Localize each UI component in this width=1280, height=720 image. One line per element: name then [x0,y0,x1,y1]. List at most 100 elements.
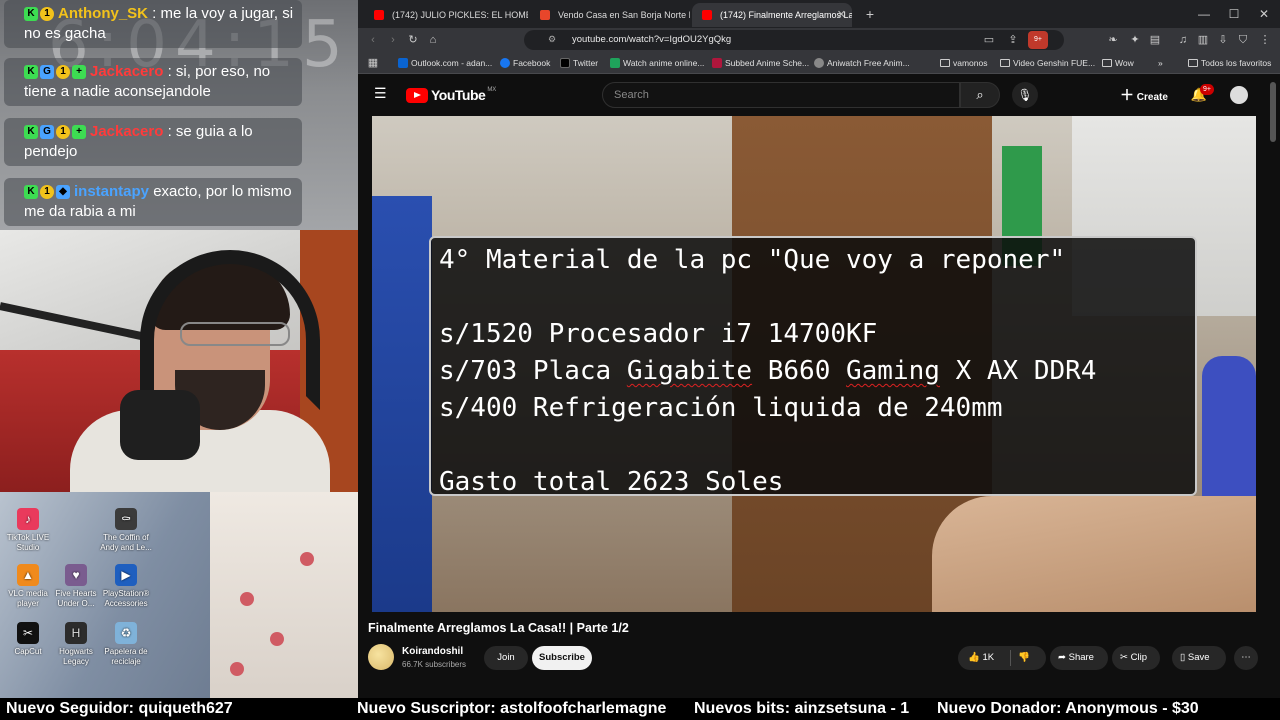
create-button[interactable]: ＋ Create [1120,84,1178,106]
chat-username: instantapy [74,183,150,200]
desktop-icon-playstation[interactable]: ▶ PlayStation® Accessories [98,564,154,609]
share-button[interactable]: ➦ Share [1050,646,1108,670]
share-icon: ➦ [1058,652,1066,663]
like-button[interactable]: 👍 1K [968,646,994,670]
desktop-icon-five-hearts[interactable]: ♥ Five Hearts Under O... [48,564,104,609]
hamburger-menu-icon[interactable]: ☰ [374,86,388,100]
bookmark-label: Watch anime online... [623,58,705,68]
overlay-line: s/1520 Procesador i7 14700KF [439,319,878,349]
all-bookmarks-folder[interactable]: Todos los favoritos [1188,56,1271,70]
chat-badges: K 1 ◆ [24,185,70,200]
desktop-icon-coffin[interactable]: ⚰ The Coffin of Andy and Le... [98,508,154,553]
bookmark-folder-wow[interactable]: Wow [1102,56,1134,70]
youtube-header: ☰ YouTube MX Search ⌕ 🎙 ＋ Create 🔔 9+ [358,74,1280,116]
overlay-line [439,427,1187,464]
extension-badge[interactable]: 9+ [1028,31,1048,49]
aniwatch-icon [814,58,824,68]
ticker-donor: Nuevo Donador: Anonymous - $30 [937,700,1199,717]
account-avatar[interactable] [1230,86,1248,104]
minimize-icon[interactable]: — [1190,4,1218,24]
media-control-icon[interactable]: ♫ [1174,31,1192,49]
subscribe-button[interactable]: Subscribe [532,646,592,670]
chat-badges: K1 [24,7,54,22]
join-button[interactable]: Join [484,646,528,670]
bookmark-label: Facebook [513,58,551,68]
stream-ticker: Nuevo Seguidor: quiqueth627 Nuevo Suscri… [0,698,1280,720]
video-title: Finalmente Arreglamos La Casa!! | Parte … [368,621,629,635]
bookmark-aniwatch[interactable]: Aniwatch Free Anim... [814,56,910,70]
desktop-icon-label: TikTok LIVE Studio [6,533,50,552]
more-actions-icon[interactable]: ⋯ [1234,646,1258,670]
tab-title: Vendo Casa en San Borja Norte Para [558,10,690,20]
folder-icon [1188,59,1198,67]
playstation-icon: ▶ [115,564,137,586]
close-tab-icon[interactable]: ✕ [837,3,846,27]
notification-count: 9+ [1200,84,1214,95]
chat-username: Jackacero [90,123,164,140]
search-icon[interactable]: ⌕ [960,82,1000,108]
channel-name[interactable]: Koirandoshil [402,646,463,657]
tab-vendo-casa[interactable]: Vendo Casa en San Borja Norte Para [530,3,690,27]
apps-grid-icon[interactable]: ▦ [364,54,382,72]
bookmarks-overflow-button[interactable]: » [1154,56,1163,70]
new-tab-button[interactable]: + [858,3,882,25]
chat-username: Anthony_SK [58,5,148,22]
share-page-icon[interactable]: ⇪ [1004,31,1022,49]
folder-icon [940,59,950,67]
back-icon[interactable]: ‹ [364,31,382,49]
bookmark-watch-anime[interactable]: Watch anime online... [610,56,704,70]
tab-julio-pickles[interactable]: (1742) JULIO PICKLES: EL HOMBRE M [364,3,528,27]
desktop-icon-recycle-bin[interactable]: ♻ Papelera de reciclaje [98,622,154,667]
tab-search-icon[interactable]: ▤ [1146,31,1164,49]
chat-message: K G 1 + Jackacero : si, por eso, no tiene a … [4,58,302,106]
site-info-icon[interactable]: ⚙ [548,34,558,44]
desktop-icon-label: Five Hearts Under O... [55,589,97,608]
bookmark-outlook[interactable]: Outlook.com - adan... [398,56,492,70]
bookmark-subbed-anime[interactable]: Subbed Anime Sche... [712,56,809,70]
ticker-follower: Nuevo Seguidor: quiqueth627 [6,700,233,717]
bookmark-facebook[interactable]: Facebook [500,56,550,70]
cast-icon[interactable]: ▭ [980,31,998,49]
chat-username: Jackacero [90,63,164,80]
forward-icon[interactable]: › [384,31,402,49]
youtube-logo[interactable]: YouTube MX [406,87,496,103]
coffin-icon: ⚰ [115,508,137,530]
overlay-line: Gasto total 2623 Soles [439,467,784,497]
puzzle-extension-icon[interactable]: ✦ [1126,31,1144,49]
channel-avatar[interactable] [368,644,394,670]
page-scrollbar[interactable] [1270,82,1276,142]
maximize-icon[interactable]: ☐ [1220,4,1248,24]
folder-icon [1102,59,1112,67]
voice-search-icon[interactable]: 🎙 [1012,82,1038,108]
like-divider [1010,650,1011,666]
shield-icon[interactable]: ⛉ [1234,31,1252,49]
menu-kebab-icon[interactable]: ⋮ [1256,31,1274,49]
desktop-icon-tiktok[interactable]: ♪ TikTok LIVE Studio [0,508,56,553]
bookmark-folder-genshin[interactable]: Video Genshin FUE... [1000,56,1095,70]
youtube-play-icon [406,87,428,103]
browser-toolbar: ‹ › ↻ ⌂ ☆ youtube.com/watch?v=IgdOU2YgQk… [358,28,1280,52]
bookmark-folder-vamonos[interactable]: vamonos [940,56,988,70]
hogwarts-icon: H [65,622,87,644]
tab-strip: (1742) JULIO PICKLES: EL HOMBRE M Vendo … [358,0,1280,28]
video-player[interactable]: 4° Material de la pc "Que voy a reponer"… [372,116,1256,612]
leaf-extension-icon[interactable]: ❧ [1104,31,1122,49]
downloads-icon[interactable]: ⇩ [1214,31,1232,49]
home-icon[interactable]: ⌂ [424,31,442,49]
tab-finalmente-arreglamos[interactable]: (1742) Finalmente Arreglamos La ✕ [692,3,852,27]
bookmark-twitter[interactable]: Twitter [560,56,598,70]
webcam-feed [0,230,358,492]
reload-icon[interactable]: ↻ [404,31,422,49]
clip-button[interactable]: ✂ Clip [1112,646,1160,670]
desktop-icon-hogwarts[interactable]: H Hogwarts Legacy [48,622,104,667]
overlay-line: s/703 Placa Gigabite B660 Gaming X AX DD… [439,356,1097,386]
thumbs-down-icon[interactable]: 👎 [1018,646,1030,670]
reading-list-icon[interactable]: ▥ [1194,31,1212,49]
like-dislike-group: 👍 1K 👎 [958,646,1046,670]
close-window-icon[interactable]: ✕ [1250,4,1278,24]
save-button[interactable]: ▯ Save [1172,646,1226,670]
search-input[interactable]: Search [602,82,960,108]
scene-blue-fan [1202,356,1256,516]
desktop-icon-label: CapCut [14,647,42,656]
recycle-bin-icon: ♻ [115,622,137,644]
